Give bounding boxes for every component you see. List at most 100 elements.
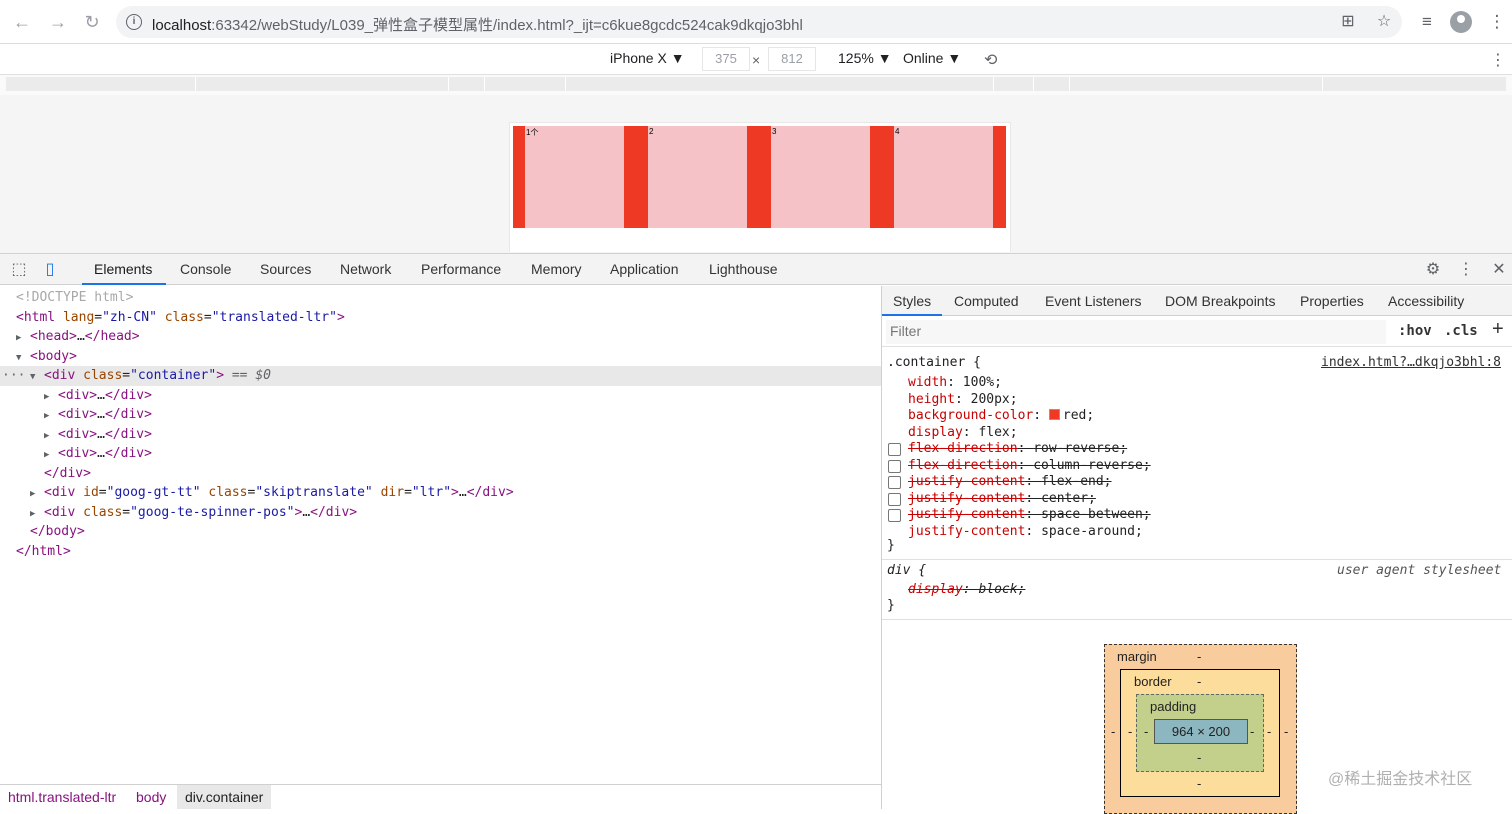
style-property[interactable]: flex-direction: column-reverse; bbox=[908, 458, 1151, 475]
property-toggle-checkbox[interactable] bbox=[888, 476, 901, 489]
rule-selector[interactable]: div { bbox=[887, 563, 926, 580]
margin-top-value[interactable]: - bbox=[1197, 649, 1201, 664]
media-control-icon[interactable]: ≡ bbox=[1416, 11, 1438, 33]
tree-div-close[interactable]: </div> bbox=[0, 464, 881, 484]
rule-source-link[interactable]: index.html?…dkqjo3bhl:8 bbox=[1321, 355, 1501, 370]
padding-right-value[interactable]: - bbox=[1250, 724, 1254, 739]
ruler-bar bbox=[6, 77, 1506, 91]
tab-sources[interactable]: Sources bbox=[260, 261, 311, 277]
profile-avatar-icon[interactable] bbox=[1450, 11, 1472, 33]
tree-div-container[interactable]: ··· ▼ <div class="container"> == $0 bbox=[0, 366, 881, 386]
tab-memory[interactable]: Memory bbox=[531, 261, 582, 277]
tree-doctype[interactable]: <!DOCTYPE html> bbox=[0, 288, 881, 308]
tree-html-close[interactable]: </html> bbox=[0, 542, 881, 562]
breadcrumb-div-container[interactable]: div.container bbox=[177, 785, 272, 809]
tab-lighthouse[interactable]: Lighthouse bbox=[709, 261, 778, 277]
translate-icon[interactable]: ⊞ bbox=[1338, 12, 1358, 32]
flex-item: 4 bbox=[894, 126, 993, 228]
breadcrumb-body[interactable]: body bbox=[136, 789, 166, 805]
style-property[interactable]: width: 100%; bbox=[908, 375, 1002, 392]
tree-child-div[interactable]: ▶ <div>…</div> bbox=[0, 425, 881, 445]
device-more-icon[interactable]: ⋮ bbox=[1490, 50, 1506, 70]
html-class-value: "translated-ltr" bbox=[211, 309, 337, 325]
tab-network[interactable]: Network bbox=[340, 261, 391, 277]
property-toggle-checkbox[interactable] bbox=[888, 443, 901, 456]
device-height-input[interactable]: 812 bbox=[768, 47, 816, 71]
rule-close: } bbox=[887, 598, 895, 613]
tab-performance[interactable]: Performance bbox=[421, 261, 501, 277]
tab-accessibility[interactable]: Accessibility bbox=[1388, 293, 1464, 309]
style-property[interactable]: justify-content: center; bbox=[908, 491, 1096, 508]
style-property[interactable]: justify-content: flex-end; bbox=[908, 474, 1112, 491]
tree-child-div[interactable]: ▶ <div>…</div> bbox=[0, 386, 881, 406]
browser-toolbar: ← → ↻ i localhost:63342/webStudy/L039_弹性… bbox=[0, 0, 1512, 44]
settings-gear-icon[interactable]: ⚙ bbox=[1423, 260, 1443, 280]
device-select[interactable]: iPhone X ▼ bbox=[610, 50, 685, 66]
tree-goog-spinner[interactable]: ▶ <div class="goog-te-spinner-pos">…</div… bbox=[0, 503, 881, 523]
browser-menu-icon[interactable]: ⋮ bbox=[1486, 11, 1508, 33]
style-property[interactable]: justify-content: space-around; bbox=[908, 524, 1143, 541]
tree-goog-gt-tt[interactable]: ▶ <div id="goog-gt-tt" class="skiptransla… bbox=[0, 483, 881, 503]
tab-event-listeners[interactable]: Event Listeners bbox=[1045, 293, 1142, 309]
style-property[interactable]: justify-content: space-between; bbox=[908, 507, 1151, 524]
address-bar[interactable]: i localhost:63342/webStudy/L039_弹性盒子模型属性… bbox=[116, 6, 1402, 38]
media-query-ruler[interactable] bbox=[0, 75, 1512, 95]
devtools-menu-icon[interactable]: ⋮ bbox=[1456, 260, 1476, 280]
border-top-value[interactable]: - bbox=[1197, 674, 1201, 689]
more-dots-icon[interactable]: ··· bbox=[2, 366, 25, 386]
property-toggle-checkbox[interactable] bbox=[888, 459, 901, 473]
style-property[interactable]: flex-direction: row-reverse; bbox=[908, 441, 1127, 458]
padding-left-value[interactable]: - bbox=[1144, 724, 1148, 739]
rule-source: user agent stylesheet bbox=[1337, 563, 1502, 578]
tab-application[interactable]: Application bbox=[610, 261, 679, 277]
device-toggle-icon[interactable]: ▯ bbox=[40, 260, 60, 280]
tab-dom-breakpoints[interactable]: DOM Breakpoints bbox=[1165, 293, 1275, 309]
tree-child-div[interactable]: ▶ <div>…</div> bbox=[0, 444, 881, 464]
margin-right-value[interactable]: - bbox=[1284, 724, 1288, 739]
bookmark-star-icon[interactable]: ☆ bbox=[1374, 12, 1394, 32]
flex-item: 2 bbox=[648, 126, 747, 228]
style-property[interactable]: display: block; bbox=[908, 582, 1025, 599]
margin-left-value[interactable]: - bbox=[1111, 724, 1115, 739]
tab-console[interactable]: Console bbox=[180, 261, 231, 277]
property-toggle-checkbox[interactable] bbox=[888, 509, 901, 522]
border-right-value[interactable]: - bbox=[1267, 724, 1271, 739]
rule-selector[interactable]: .container { bbox=[887, 355, 981, 372]
style-property[interactable]: height: 200px; bbox=[908, 392, 1018, 409]
hov-toggle[interactable]: :hov bbox=[1398, 323, 1432, 339]
back-arrow-icon[interactable]: ← bbox=[10, 10, 34, 34]
border-left-value[interactable]: - bbox=[1128, 724, 1132, 739]
style-property[interactable]: display: flex; bbox=[908, 425, 1018, 442]
network-throttle-select[interactable]: Online ▼ bbox=[903, 50, 961, 66]
style-property[interactable]: background-color: red; bbox=[908, 408, 1094, 425]
filter-input[interactable] bbox=[886, 320, 1386, 344]
rotate-icon[interactable]: ⟲ bbox=[984, 50, 997, 70]
forward-arrow-icon[interactable]: → bbox=[46, 10, 70, 34]
tree-head[interactable]: ▶ <head>…</head> bbox=[0, 327, 881, 347]
devtools-tabbar: ⬚ ▯ Elements Console Sources Network Per… bbox=[0, 253, 1512, 285]
tree-child-div[interactable]: ▶ <div>…</div> bbox=[0, 405, 881, 425]
tree-html[interactable]: <html lang="zh-CN" class="translated-ltr… bbox=[0, 308, 881, 328]
tab-styles[interactable]: Styles bbox=[893, 293, 931, 309]
site-info-icon[interactable]: i bbox=[126, 14, 142, 30]
tree-body-close[interactable]: </body> bbox=[0, 522, 881, 542]
tab-elements[interactable]: Elements bbox=[94, 261, 152, 277]
tab-properties[interactable]: Properties bbox=[1300, 293, 1364, 309]
box-model-content[interactable]: 964 × 200 bbox=[1154, 719, 1248, 744]
tab-computed[interactable]: Computed bbox=[954, 293, 1019, 309]
url-text[interactable]: localhost:63342/webStudy/L039_弹性盒子模型属性/i… bbox=[152, 14, 803, 35]
padding-bottom-value[interactable]: - bbox=[1197, 750, 1201, 765]
zoom-select[interactable]: 125% ▼ bbox=[838, 50, 892, 66]
border-bottom-value[interactable]: - bbox=[1197, 776, 1201, 791]
close-icon[interactable]: ✕ bbox=[1489, 260, 1509, 280]
breadcrumb-html[interactable]: html.translated-ltr bbox=[8, 789, 116, 805]
color-swatch[interactable] bbox=[1048, 409, 1060, 420]
inspect-element-icon[interactable]: ⬚ bbox=[9, 260, 29, 280]
filter-row: Filter :hov .cls + bbox=[882, 317, 1512, 347]
device-width-input[interactable]: 375 bbox=[702, 47, 750, 71]
reload-icon[interactable]: ↻ bbox=[80, 10, 104, 34]
new-rule-button[interactable]: + bbox=[1492, 318, 1504, 341]
tree-body[interactable]: ▼ <body> bbox=[0, 347, 881, 367]
cls-toggle[interactable]: .cls bbox=[1444, 323, 1478, 339]
property-toggle-checkbox[interactable] bbox=[888, 492, 901, 506]
